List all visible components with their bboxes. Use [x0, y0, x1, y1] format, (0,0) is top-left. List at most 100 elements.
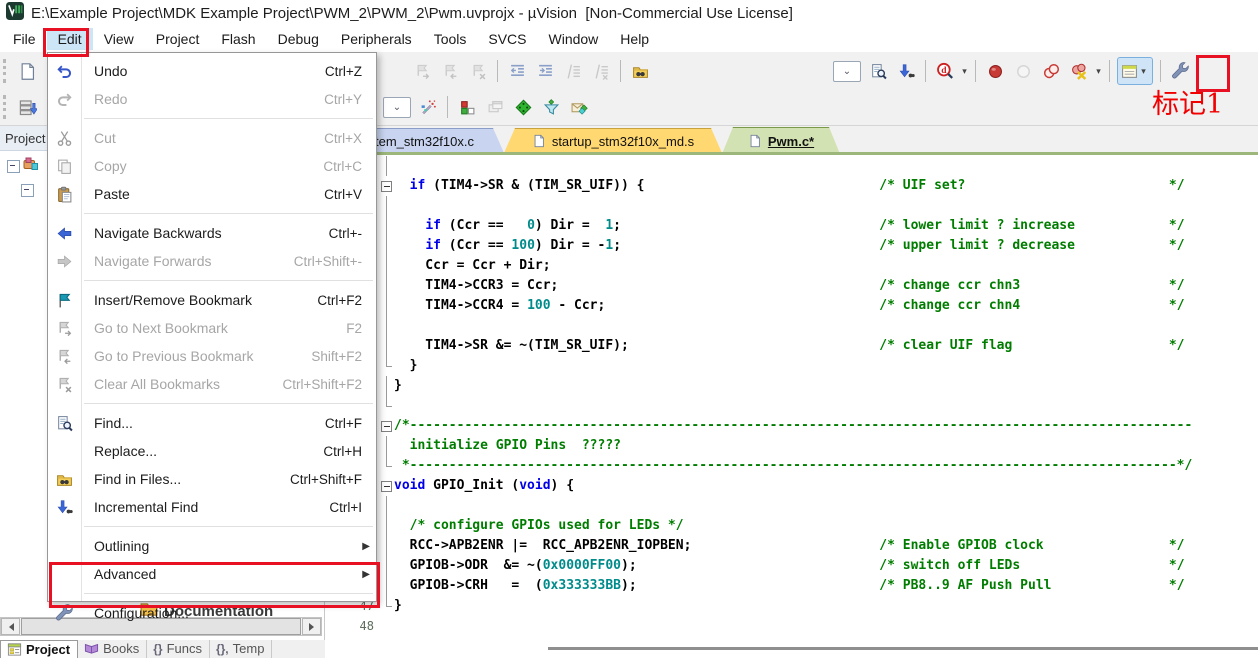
bookmark-select-combo[interactable]: ⌄ [833, 61, 861, 82]
menu-item-outlining[interactable]: Outlining▶ [48, 532, 376, 560]
code-line[interactable]: 35 } [325, 356, 1258, 376]
windows-stack-button[interactable] [482, 94, 508, 120]
configuration-wrench-button[interactable] [1167, 58, 1193, 84]
menu-item-paste[interactable]: PasteCtrl+V [48, 180, 376, 208]
menu-item-clear-all-bookmarks[interactable]: Clear All BookmarksCtrl+Shift+F2 [48, 370, 376, 398]
tree-collapse-icon[interactable] [21, 184, 34, 197]
project-tree-target-node[interactable] [7, 156, 39, 177]
code-line[interactable]: 37 [325, 396, 1258, 416]
target-select-combo[interactable]: ⌄ [383, 97, 411, 118]
find-in-files-button[interactable] [627, 58, 653, 84]
menu-item-cut[interactable]: CutCtrl+X [48, 124, 376, 152]
menu-peripherals[interactable]: Peripherals [330, 28, 423, 50]
editor-bottom-splitter[interactable] [548, 647, 1258, 650]
editor-tab-pwm-c[interactable]: Pwm.c* [722, 127, 840, 154]
insert-bookmark-button[interactable] [381, 58, 407, 84]
menu-item-incremental-find[interactable]: Incremental FindCtrl+I [48, 493, 376, 521]
menu-help[interactable]: Help [609, 28, 660, 50]
code-line[interactable]: 45 GPIOB->ODR &= ~(0x0000FF00); /* switc… [325, 556, 1258, 576]
menu-window[interactable]: Window [538, 28, 610, 50]
menu-item-navigate-forwards[interactable]: Navigate ForwardsCtrl+Shift+- [48, 247, 376, 275]
menu-debug[interactable]: Debug [267, 28, 330, 50]
code-line[interactable]: 47} [325, 596, 1258, 616]
menu-item-advanced[interactable]: Advanced▶ [48, 560, 376, 588]
menu-item-navigate-backwards[interactable]: Navigate BackwardsCtrl+- [48, 219, 376, 247]
code-line[interactable]: 28 if (Ccr == 0) Dir = 1; /* lower limit… [325, 216, 1258, 236]
scroll-left-button[interactable] [1, 618, 20, 635]
menu-item-undo[interactable]: UndoCtrl+Z [48, 57, 376, 85]
dropdown-caret[interactable]: ▾ [1093, 66, 1104, 77]
menu-item-find[interactable]: Find...Ctrl+F [48, 409, 376, 437]
toolbar-drag-handle[interactable] [3, 95, 9, 119]
menu-tools[interactable]: Tools [423, 28, 478, 50]
fold-collapse-icon[interactable] [378, 176, 394, 196]
code-line[interactable]: 41void GPIO_Init (void) { [325, 476, 1258, 496]
menu-file[interactable]: File [2, 28, 47, 50]
find-button[interactable] [865, 58, 891, 84]
dropdown-caret[interactable]: ▾ [959, 66, 970, 77]
manage-rte-button[interactable] [510, 94, 536, 120]
project-tree-group-node[interactable] [21, 184, 34, 197]
menu-item-redo[interactable]: RedoCtrl+Y [48, 85, 376, 113]
disable-all-breakpoints-button[interactable] [1038, 58, 1064, 84]
menu-flash[interactable]: Flash [210, 28, 266, 50]
indent-button[interactable] [532, 58, 558, 84]
select-packs-button[interactable] [538, 94, 564, 120]
code-line[interactable]: 34 TIM4->SR &= ~(TIM_SR_UIF); /* clear U… [325, 336, 1258, 356]
menu-item-find-in-files[interactable]: Find in Files...Ctrl+Shift+F [48, 465, 376, 493]
search-at-button[interactable]: d [932, 58, 958, 84]
menu-project[interactable]: Project [145, 28, 211, 50]
new-file-button[interactable] [14, 58, 40, 84]
editor-tab-startup-stm32f10x-md-s[interactable]: startup_stm32f10x_md.s [504, 128, 722, 153]
menu-view[interactable]: View [93, 28, 145, 50]
incremental-find-button[interactable] [893, 58, 919, 84]
configure-wizard-button[interactable] [415, 94, 441, 120]
code-line[interactable]: 48 [325, 616, 1258, 636]
clear-bookmarks-button[interactable] [465, 58, 491, 84]
code-line[interactable]: 43 /* configure GPIOs used for LEDs */ [325, 516, 1258, 536]
comment-selection-button[interactable] [560, 58, 586, 84]
disable-breakpoint-button[interactable] [1010, 58, 1036, 84]
menu-item-insert-remove-bookmark[interactable]: Insert/Remove BookmarkCtrl+F2 [48, 286, 376, 314]
code-line[interactable]: 33 [325, 316, 1258, 336]
menu-item-go-to-previous-bookmark[interactable]: Go to Previous BookmarkShift+F2 [48, 342, 376, 370]
download-flash-button[interactable] [454, 94, 480, 120]
uncomment-selection-button[interactable] [588, 58, 614, 84]
pack-installer-button[interactable] [566, 94, 592, 120]
code-line[interactable]: 38/*------------------------------------… [325, 416, 1258, 436]
debug-windows-button[interactable]: ▾ [1117, 57, 1153, 85]
code-line[interactable]: 26 if (TIM4->SR & (TIM_SR_UIF)) { /* UIF… [325, 176, 1258, 196]
menu-item-configuration[interactable]: Configuration... [48, 599, 376, 627]
code-view[interactable]: 2526 if (TIM4->SR & (TIM_SR_UIF)) { /* U… [325, 156, 1258, 636]
code-line[interactable]: 46 GPIOB->CRH = (0x333333BB); /* PB8..9 … [325, 576, 1258, 596]
panel-tab-funcs[interactable]: {}Funcs [147, 640, 210, 658]
dropdown-caret[interactable]: ▾ [1138, 66, 1149, 77]
fold-collapse-icon[interactable] [378, 416, 394, 436]
menu-item-go-to-next-bookmark[interactable]: Go to Next BookmarkF2 [48, 314, 376, 342]
menu-edit[interactable]: Edit [47, 28, 93, 50]
code-line[interactable]: 39 initialize GPIO Pins ????? [325, 436, 1258, 456]
kill-all-breakpoints-button[interactable] [1066, 58, 1092, 84]
code-line[interactable]: 31 TIM4->CCR3 = Ccr; /* change ccr chn3 … [325, 276, 1258, 296]
code-line[interactable]: 40 *------------------------------------… [325, 456, 1258, 476]
toolbar-drag-handle[interactable] [3, 59, 9, 83]
panel-tab-books[interactable]: Books [78, 640, 147, 658]
code-line[interactable]: 25 [325, 156, 1258, 176]
code-line[interactable]: 30 Ccr = Ccr + Dir; [325, 256, 1258, 276]
code-line[interactable]: 44 RCC->APB2ENR |= RCC_APB2ENR_IOPBEN; /… [325, 536, 1258, 556]
code-line[interactable]: 32 TIM4->CCR4 = 100 - Ccr; /* change ccr… [325, 296, 1258, 316]
code-line[interactable]: 27 [325, 196, 1258, 216]
next-bookmark-button[interactable] [409, 58, 435, 84]
save-all-button[interactable] [14, 94, 40, 120]
menu-svcs[interactable]: SVCS [477, 28, 537, 50]
fold-collapse-icon[interactable] [378, 476, 394, 496]
editor-area[interactable]: Pwm.c*startup_stm32f10x_md.system_stm32f… [325, 126, 1258, 658]
menu-item-copy[interactable]: CopyCtrl+C [48, 152, 376, 180]
code-line[interactable]: 42 [325, 496, 1258, 516]
previous-bookmark-button[interactable] [437, 58, 463, 84]
breakpoint-button[interactable] [982, 58, 1008, 84]
panel-tab-project[interactable]: Project [0, 640, 78, 658]
tree-collapse-icon[interactable] [7, 160, 20, 173]
unindent-button[interactable] [504, 58, 530, 84]
menu-item-replace[interactable]: Replace...Ctrl+H [48, 437, 376, 465]
